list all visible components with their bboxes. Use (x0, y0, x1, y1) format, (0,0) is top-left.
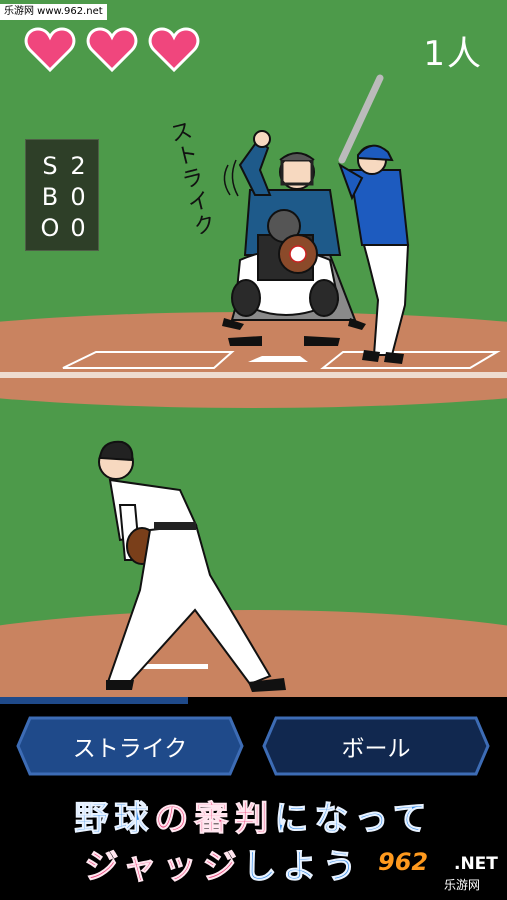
strike-button[interactable]: ストライク (16, 716, 244, 776)
heart-icon (148, 27, 200, 72)
strike-label: S (42, 151, 58, 180)
watermark-brand: 962 (378, 848, 429, 876)
watermark-top: 乐游网 www.962.net (0, 4, 107, 20)
ball-row: B 0 (36, 181, 98, 212)
sbo-scoreboard: S 2 B 0 O 0 (25, 139, 99, 251)
judge-buttons: ストライク ボール (0, 716, 507, 778)
promo-text: の (154, 799, 195, 840)
lives-hearts (24, 26, 200, 72)
strike-count: 2 (70, 151, 86, 180)
out-count: 0 (70, 213, 86, 242)
heart-icon (24, 27, 76, 72)
promo-text: しよう (242, 847, 363, 888)
out-label: O (40, 213, 60, 242)
strike-button-label: ストライク (72, 736, 188, 762)
watermark-logo: 962 .NET 乐游网 (372, 846, 504, 896)
watermark-site: 乐游网 (444, 878, 481, 892)
promo-text: 審判 (194, 799, 275, 840)
batter-count: 1人 (423, 34, 483, 74)
promo-line-1: 野球の審判になって (0, 795, 507, 843)
promo-text: になって (274, 799, 433, 840)
pitch-timer-fill (0, 697, 188, 704)
promo-text: ジャッジ (84, 847, 243, 888)
pitch-timer-bar (0, 697, 507, 704)
heart-icon (86, 27, 138, 72)
baseball-field-scene (0, 0, 507, 697)
ball-button-label: ボール (341, 736, 411, 762)
watermark-tld: .NET (454, 854, 498, 874)
strike-row: S 2 (36, 150, 98, 181)
out-row: O 0 (36, 212, 98, 243)
ball-button[interactable]: ボール (262, 716, 490, 776)
ball-label: B (41, 182, 59, 211)
promo-text: 野球 (74, 799, 155, 840)
ball-count: 0 (70, 182, 86, 211)
